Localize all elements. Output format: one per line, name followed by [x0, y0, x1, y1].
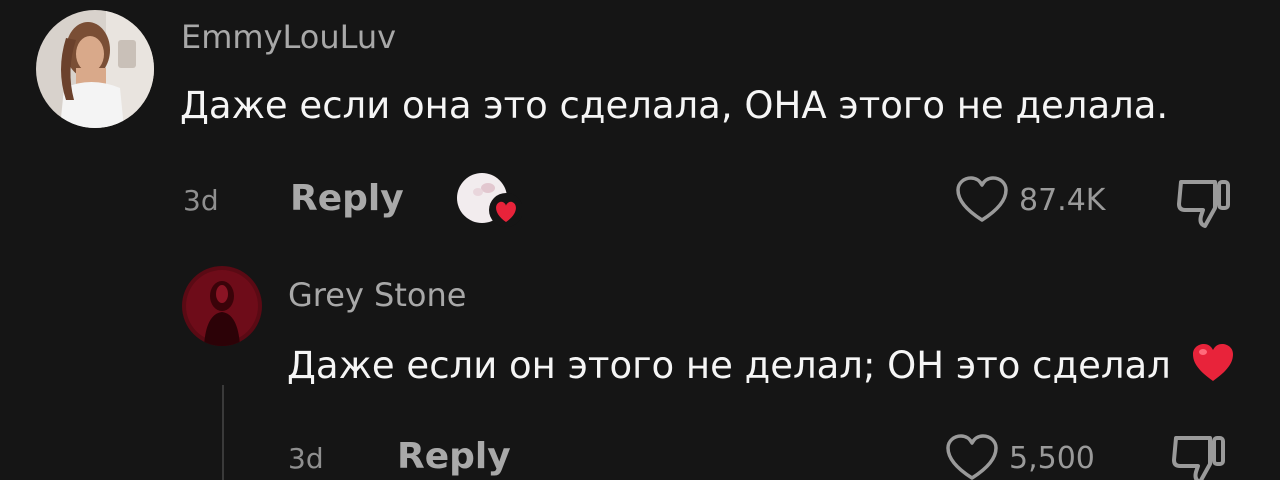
thumbs-down-icon	[1172, 436, 1225, 480]
user-photo	[182, 266, 262, 346]
reply-thread-line	[222, 385, 224, 480]
heart-outline-icon	[956, 176, 1008, 222]
thumbs-down-icon	[1177, 180, 1230, 228]
like-button[interactable]: 87.4K	[955, 176, 1105, 224]
comments-panel: EmmyLouLuv Даже если она это сделала, ОН…	[0, 0, 1280, 480]
comment-text: Даже если она это сделала, ОНА этого не …	[180, 84, 1169, 127]
like-count: 87.4K	[1019, 182, 1106, 218]
dislike-button[interactable]	[1175, 176, 1233, 234]
heart-emoji-icon	[1192, 344, 1233, 381]
like-count: 5,500	[1009, 440, 1095, 476]
user-photo	[36, 10, 154, 128]
reply-text-content: Даже если он этого не делал; ОН это сдел…	[287, 344, 1171, 387]
reply-button[interactable]: Reply	[290, 178, 404, 219]
avatar[interactable]	[36, 10, 154, 128]
comment-timestamp: 3d	[183, 184, 219, 217]
reply-text: Даже если он этого не делал; ОН это сдел…	[287, 342, 1235, 387]
reply-username[interactable]: Grey Stone	[288, 276, 466, 314]
reply-button[interactable]: Reply	[397, 436, 511, 477]
like-button[interactable]: 5,500	[945, 434, 1095, 480]
creator-liked-badge	[456, 170, 523, 230]
heart-outline-icon	[946, 434, 998, 480]
dislike-button[interactable]	[1170, 432, 1228, 480]
avatar[interactable]	[182, 266, 262, 346]
comment-username[interactable]: EmmyLouLuv	[181, 18, 396, 56]
reply-timestamp: 3d	[288, 442, 324, 475]
